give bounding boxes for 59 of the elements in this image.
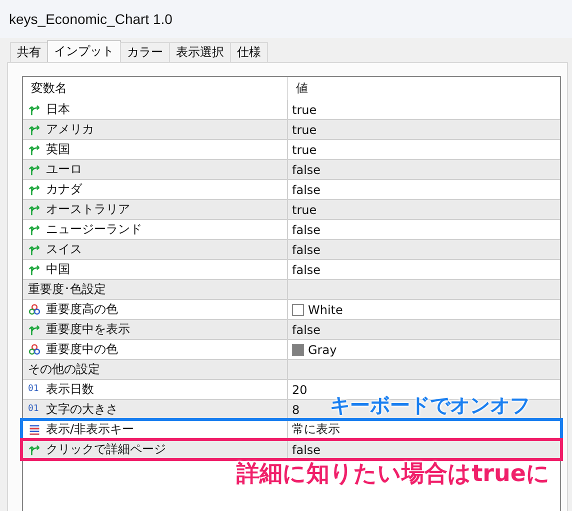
parameter-value[interactable]: false bbox=[292, 162, 321, 176]
branch-arrow-icon bbox=[28, 223, 41, 236]
parameter-name: 重要度中を表示 bbox=[46, 321, 130, 338]
parameter-value[interactable]: false bbox=[292, 242, 321, 256]
parameter-name: 重要度中の色 bbox=[46, 341, 118, 358]
branch-arrow-icon bbox=[28, 203, 41, 216]
parameter-name: 中国 bbox=[46, 261, 70, 278]
tab[interactable]: 共有 bbox=[10, 42, 48, 62]
parameter-value[interactable]: false bbox=[292, 222, 321, 236]
parameter-name: クリックで詳細ページ bbox=[46, 441, 166, 458]
branch-arrow-icon bbox=[28, 263, 41, 276]
list-icon bbox=[28, 423, 41, 436]
parameter-name: アメリカ bbox=[46, 121, 94, 138]
branch-arrow-icon bbox=[28, 143, 41, 156]
branch-arrow-icon bbox=[28, 123, 41, 136]
parameter-name: ニュージーランド bbox=[46, 221, 142, 238]
branch-arrow-icon bbox=[28, 183, 41, 196]
tab[interactable]: 仕様 bbox=[230, 42, 268, 62]
annotation-text: キーボードでオンオフ bbox=[330, 393, 530, 417]
parameter-name: 表示/非表示キー bbox=[46, 421, 134, 438]
parameter-name: 英国 bbox=[46, 141, 70, 158]
branch-arrow-icon bbox=[28, 443, 41, 456]
parameter-name: カナダ bbox=[46, 181, 82, 198]
parameter-value[interactable]: 8 bbox=[292, 402, 300, 416]
parameter-value[interactable]: false bbox=[292, 182, 321, 196]
color-circles-icon bbox=[28, 303, 41, 316]
color-circles-icon bbox=[28, 343, 41, 356]
parameter-value[interactable]: true bbox=[292, 122, 317, 136]
branch-arrow-icon bbox=[28, 323, 41, 336]
parameter-value[interactable]: 20 bbox=[292, 382, 308, 396]
parameter-name: スイス bbox=[46, 241, 82, 258]
column-header: 値 bbox=[287, 77, 560, 100]
parameter-value[interactable]: White bbox=[308, 302, 343, 316]
integer-icon: 01 bbox=[28, 403, 41, 416]
parameter-name: ユーロ bbox=[46, 161, 82, 178]
parameter-name: オーストラリア bbox=[46, 201, 130, 218]
parameter-name: 重要度･色設定 bbox=[28, 281, 106, 298]
parameter-name: 表示日数 bbox=[46, 381, 94, 398]
parameter-name: 文字の大きさ bbox=[46, 401, 118, 418]
parameter-value[interactable]: true bbox=[292, 102, 317, 116]
parameter-name: 日本 bbox=[46, 101, 70, 118]
parameter-value[interactable]: 常に表示 bbox=[292, 421, 340, 438]
parameter-value[interactable]: true bbox=[292, 142, 317, 156]
parameter-name: 重要度高の色 bbox=[46, 301, 118, 318]
tab[interactable]: カラー bbox=[120, 42, 170, 62]
parameter-value[interactable]: false bbox=[292, 322, 321, 336]
annotation-text: 詳細に知りたい場合はtrueに bbox=[236, 462, 550, 486]
parameter-name: その他の設定 bbox=[28, 361, 100, 378]
parameter-value[interactable]: true bbox=[292, 202, 317, 216]
column-header: 変数名 bbox=[30, 80, 68, 97]
parameter-value[interactable]: false bbox=[292, 442, 321, 456]
parameter-value[interactable]: Gray bbox=[308, 342, 337, 356]
branch-arrow-icon bbox=[28, 163, 41, 176]
parameter-value[interactable]: false bbox=[292, 262, 321, 276]
branch-arrow-icon bbox=[28, 243, 41, 256]
branch-arrow-icon bbox=[28, 103, 41, 116]
integer-icon: 01 bbox=[28, 383, 41, 396]
window-title: keys_Economic_Chart 1.0 bbox=[9, 11, 172, 27]
tab[interactable]: インプット bbox=[47, 40, 121, 62]
